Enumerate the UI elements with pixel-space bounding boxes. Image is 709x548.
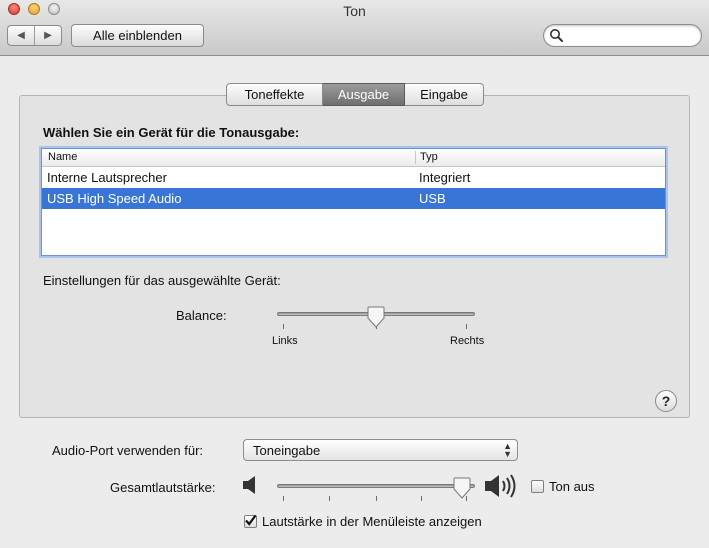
volume-slider-knob[interactable] — [453, 477, 471, 499]
mute-label: Ton aus — [549, 479, 595, 494]
balance-label: Balance: — [176, 308, 227, 323]
balance-tick-right — [466, 324, 467, 329]
device-type: Integriert — [419, 170, 471, 185]
tab-ausgabe[interactable]: Ausgabe — [323, 83, 405, 106]
tab-eingabe[interactable]: Eingabe — [405, 83, 484, 106]
audio-port-value: Toneingabe — [253, 443, 321, 458]
menubar-volume-label: Lautstärke in der Menüleiste anzeigen — [262, 514, 482, 529]
balance-right-label: Rechts — [450, 335, 485, 347]
window-titlebar: Ton ◀ ▶ Alle einblenden — [0, 0, 709, 56]
balance-slider-knob[interactable] — [367, 306, 385, 328]
volume-slider-track[interactable] — [277, 484, 475, 488]
volume-tick — [421, 496, 422, 501]
mute-checkbox[interactable] — [531, 480, 544, 493]
search-icon — [550, 29, 563, 42]
tab-panel — [19, 95, 690, 418]
output-heading: Wählen Sie ein Gerät für die Tonausgabe: — [43, 125, 300, 140]
search-field[interactable] — [543, 24, 702, 47]
device-table[interactable]: Name Typ Interne Lautsprecher Integriert… — [41, 148, 666, 256]
tab-bar: Toneffekte Ausgabe Eingabe — [226, 83, 484, 106]
device-settings-label: Einstellungen für das ausgewählte Gerät: — [43, 273, 281, 288]
device-name: Interne Lautsprecher — [47, 170, 167, 185]
balance-left-label: Links — [272, 335, 298, 347]
speaker-quiet-icon — [243, 476, 255, 494]
checkmark-icon — [245, 514, 257, 526]
device-name: USB High Speed Audio — [47, 191, 182, 206]
column-header-name[interactable]: Name — [48, 151, 77, 163]
balance-tick-left — [283, 324, 284, 329]
table-row[interactable]: Interne Lautsprecher Integriert — [42, 167, 665, 188]
volume-tick — [283, 496, 284, 501]
show-all-button[interactable]: Alle einblenden — [71, 24, 204, 47]
back-forward-control: ◀ ▶ — [7, 25, 62, 46]
forward-button[interactable]: ▶ — [35, 26, 61, 45]
volume-tick — [329, 496, 330, 501]
volume-tick — [376, 496, 377, 501]
help-button[interactable]: ? — [655, 390, 677, 412]
window-title: Ton — [343, 3, 366, 19]
menubar-volume-checkbox[interactable] — [244, 514, 257, 528]
column-separator — [415, 151, 416, 164]
table-header: Name Typ — [42, 149, 665, 167]
tab-toneffekte[interactable]: Toneffekte — [226, 83, 323, 106]
volume-label: Gesamtlautstärke: — [110, 480, 216, 495]
column-header-type[interactable]: Typ — [420, 151, 438, 163]
back-button[interactable]: ◀ — [8, 26, 35, 45]
device-type: USB — [419, 191, 446, 206]
audio-port-popup[interactable]: Toneingabe ▲ ▼ — [243, 439, 518, 461]
popup-arrows-icon: ▲ ▼ — [503, 441, 512, 459]
audio-port-label: Audio-Port verwenden für: — [52, 443, 204, 458]
speaker-loud-icon — [485, 474, 516, 498]
table-row-selected[interactable]: USB High Speed Audio USB — [42, 188, 665, 209]
